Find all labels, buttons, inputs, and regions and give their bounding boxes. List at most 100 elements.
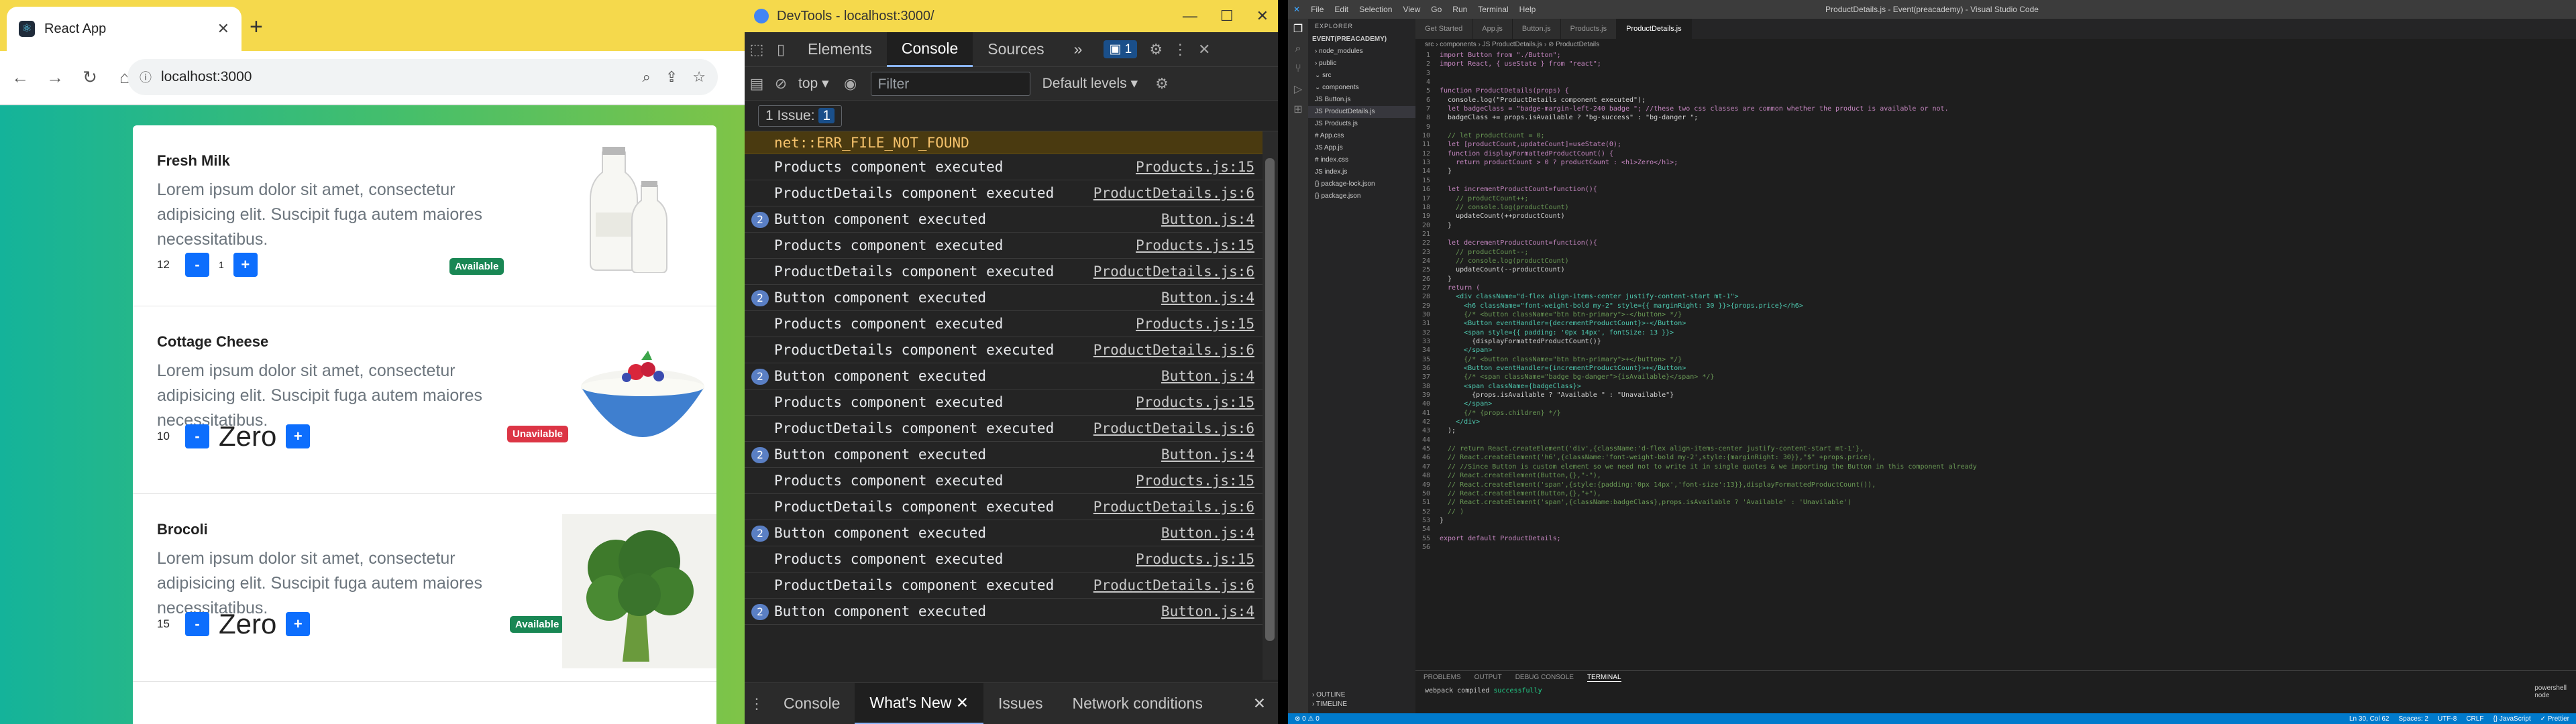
menu-help[interactable]: Help [1514,5,1542,14]
drawer-close-icon[interactable]: ✕ [1253,695,1266,713]
file-tree-item[interactable]: JS App.js [1308,142,1415,154]
drawer-tab-whats-new[interactable]: What's New ✕ [855,682,984,724]
file-tree-item[interactable]: {} package-lock.json [1308,178,1415,190]
log-source-link[interactable]: ProductDetails.js:6 [1093,419,1254,438]
new-tab-button[interactable]: + [250,13,263,40]
decrement-button[interactable]: - [185,424,209,448]
log-source-link[interactable]: Button.js:4 [1161,524,1254,543]
source-control-icon[interactable]: ⑂ [1288,59,1308,79]
file-tree-item[interactable]: JS Products.js [1308,118,1415,130]
cursor-position[interactable]: Ln 30, Col 62 [2349,715,2390,723]
menu-file[interactable]: File [1305,5,1329,14]
tab-button-js[interactable]: Button.js [1512,19,1561,39]
log-source-link[interactable]: Products.js:15 [1136,158,1254,177]
file-tree-item[interactable]: ⌄ src [1308,70,1415,82]
tab-sources[interactable]: Sources [973,32,1059,67]
log-source-link[interactable]: Products.js:15 [1136,471,1254,491]
log-source-link[interactable]: ProductDetails.js:6 [1093,262,1254,282]
log-source-link[interactable]: Products.js:15 [1136,314,1254,334]
log-source-link[interactable]: Products.js:15 [1136,550,1254,569]
device-toolbar-icon[interactable]: ▯ [769,41,793,58]
issues-count-badge[interactable]: ▣ 1 [1104,40,1138,58]
url-text[interactable]: localhost:3000 [161,69,628,85]
tab-console[interactable]: Console [886,32,973,67]
issues-button[interactable]: 1 Issue: 1 [758,105,843,127]
drawer-tab-network-conditions[interactable]: Network conditions [1058,683,1218,724]
tab-products-js[interactable]: Products.js [1560,19,1617,39]
share-icon[interactable]: ⇪ [665,68,678,86]
tab-elements[interactable]: Elements [793,32,887,67]
zoom-search-icon[interactable]: ⌕ [643,68,651,86]
menu-terminal[interactable]: Terminal [1472,5,1513,14]
line-endings[interactable]: CRLF [2466,715,2483,723]
close-devtools-icon[interactable]: ✕ [1192,41,1216,58]
bookmark-star-icon[interactable]: ☆ [692,68,706,86]
tab-app-js[interactable]: App.js [1472,19,1513,39]
file-tree-item[interactable]: {} package.json [1308,190,1415,202]
breadcrumb[interactable]: src › components › JS ProductDetails.js … [1415,39,2576,51]
context-selector[interactable]: top ▾ [798,75,829,92]
minimize-icon[interactable]: — [1183,7,1197,25]
file-tree-item[interactable]: › node_modules [1308,46,1415,58]
search-icon[interactable]: ⌕ [1288,39,1308,59]
log-source-link[interactable]: ProductDetails.js:6 [1093,341,1254,360]
sidebar-toggle-icon[interactable]: ▤ [745,75,769,93]
scrollbar-thumb[interactable] [1265,158,1275,641]
increment-button[interactable]: + [286,612,311,636]
site-info-icon[interactable]: ⓘ [140,68,152,86]
clear-console-icon[interactable]: ⊘ [769,75,793,93]
decrement-button[interactable]: - [185,253,209,277]
menu-selection[interactable]: Selection [1354,5,1397,14]
log-source-link[interactable]: Button.js:4 [1161,210,1254,229]
timeline-section[interactable]: › TIMELINE [1312,699,1347,711]
forward-icon[interactable]: → [40,63,70,93]
extensions-icon[interactable]: ⊞ [1288,99,1308,119]
encoding[interactable]: UTF-8 [2438,715,2457,723]
explorer-icon[interactable]: ❐ [1288,19,1308,39]
reload-icon[interactable]: ↻ [75,63,105,93]
log-source-link[interactable]: Products.js:15 [1136,393,1254,412]
browser-tab[interactable]: ⚛ React App ✕ [7,7,241,51]
log-levels-dropdown[interactable]: Default levels ▾ [1042,75,1138,92]
menu-edit[interactable]: Edit [1329,5,1354,14]
address-bar[interactable]: ⓘ localhost:3000 ⌕ ⇪ ☆ [127,59,718,95]
increment-button[interactable]: + [286,424,311,448]
code-editor[interactable]: 1 import Button from "./Button"; 2 import R… [1415,51,2576,664]
more-tabs-icon[interactable]: » [1059,32,1097,67]
file-tree-item[interactable]: JS ProductDetails.js [1308,106,1415,118]
drawer-tab-issues[interactable]: Issues [983,683,1057,724]
panel-tab-debug-console[interactable]: DEBUG CONSOLE [1515,674,1574,682]
menu-view[interactable]: View [1397,5,1426,14]
problems-status[interactable]: ⊗ 0 ⚠ 0 [1295,715,1320,723]
indentation[interactable]: Spaces: 2 [2399,715,2428,723]
decrement-button[interactable]: - [185,612,209,636]
menu-run[interactable]: Run [1447,5,1472,14]
settings-gear-icon[interactable]: ⚙ [1144,41,1168,58]
maximize-icon[interactable]: ☐ [1220,7,1234,25]
tab-close-icon[interactable]: ✕ [217,20,229,38]
prettier-status[interactable]: ✓ Prettier [2540,715,2569,723]
log-source-link[interactable]: ProductDetails.js:6 [1093,497,1254,517]
back-icon[interactable]: ← [5,63,35,93]
terminal-node[interactable]: node [2534,692,2567,699]
project-folder[interactable]: EVENT(PREACADEMY) [1308,34,1415,46]
file-tree-item[interactable]: # App.css [1308,130,1415,142]
file-tree-item[interactable]: JS Button.js [1308,94,1415,106]
language-mode[interactable]: {} JavaScript [2493,715,2530,723]
increment-button[interactable]: + [233,253,258,277]
file-tree-item[interactable]: # index.css [1308,154,1415,166]
log-source-link[interactable]: Button.js:4 [1161,288,1254,308]
log-source-link[interactable]: ProductDetails.js:6 [1093,576,1254,595]
tab-get-started[interactable]: Get Started [1415,19,1473,39]
log-source-link[interactable]: ProductDetails.js:6 [1093,184,1254,203]
file-tree-item[interactable]: ⌄ components [1308,82,1415,94]
panel-tab-terminal[interactable]: TERMINAL [1587,674,1621,682]
whats-new-close-icon[interactable]: ✕ [956,694,969,712]
console-scrollbar[interactable] [1263,131,1278,680]
live-expression-eye-icon[interactable]: ◉ [839,75,863,93]
file-tree-item[interactable]: › public [1308,58,1415,70]
file-tree-item[interactable]: JS index.js [1308,166,1415,178]
inspect-element-icon[interactable]: ⬚ [745,41,769,58]
terminal-powershell[interactable]: powershell [2534,684,2567,692]
console-settings-icon[interactable]: ⚙ [1150,75,1174,93]
